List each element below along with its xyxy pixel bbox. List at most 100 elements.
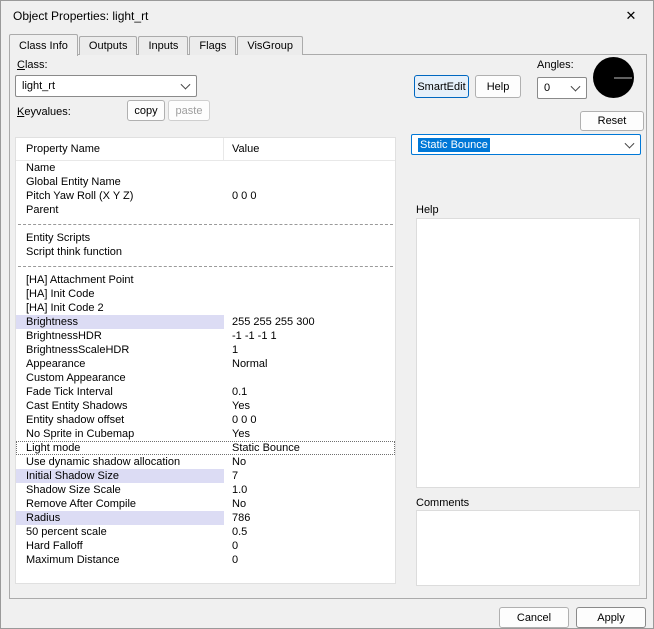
reset-button[interactable]: Reset (580, 111, 644, 131)
help-panel-content (416, 218, 640, 488)
property-row[interactable]: AppearanceNormal (16, 357, 395, 371)
angles-combobox[interactable]: 0 (537, 77, 587, 99)
class-label: Class: (17, 59, 48, 71)
tab-flags[interactable]: Flags (189, 36, 236, 55)
property-row[interactable]: [HA] Init Code 2 (16, 301, 395, 315)
property-name-cell: Name (16, 161, 224, 175)
help-button[interactable]: Help (475, 75, 521, 98)
comments-textarea[interactable] (416, 510, 640, 586)
comments-label: Comments (416, 497, 469, 509)
property-row[interactable]: Brightness255 255 255 300 (16, 315, 395, 329)
apply-button[interactable]: Apply (576, 607, 646, 628)
property-name-cell: Entity shadow offset (16, 413, 224, 427)
property-row[interactable]: BrightnessHDR-1 -1 -1 1 (16, 329, 395, 343)
property-table-header: Property Name Value (16, 138, 395, 161)
property-value-cell: 255 255 255 300 (224, 315, 395, 329)
property-name-cell: Fade Tick Interval (16, 385, 224, 399)
property-row[interactable]: Maximum Distance0 (16, 553, 395, 567)
property-row[interactable]: Entity Scripts (16, 231, 395, 245)
property-row[interactable]: Name (16, 161, 395, 175)
property-row[interactable]: [HA] Init Code (16, 287, 395, 301)
property-value-cell (224, 245, 395, 259)
separator-line (18, 224, 393, 225)
property-row[interactable]: Pitch Yaw Roll (X Y Z)0 0 0 (16, 189, 395, 203)
paste-button[interactable]: paste (168, 100, 210, 121)
window-title: Object Properties: light_rt (13, 9, 148, 23)
chevron-down-icon (625, 138, 635, 148)
property-value-cell (224, 231, 395, 245)
property-value-cell: Yes (224, 427, 395, 441)
property-row[interactable]: Custom Appearance (16, 371, 395, 385)
property-name-cell: Global Entity Name (16, 175, 224, 189)
cancel-button[interactable]: Cancel (499, 607, 569, 628)
property-name-cell: Maximum Distance (16, 553, 224, 567)
property-row[interactable]: Remove After CompileNo (16, 497, 395, 511)
chevron-down-icon (571, 82, 581, 92)
property-name-cell: Cast Entity Shadows (16, 399, 224, 413)
tab-visgroup[interactable]: VisGroup (237, 36, 303, 55)
property-row[interactable]: Light modeStatic Bounce (16, 441, 395, 455)
property-name-cell: Brightness (16, 315, 224, 329)
property-name-cell: Light mode (16, 441, 224, 455)
property-row[interactable]: Shadow Size Scale1.0 (16, 483, 395, 497)
property-row[interactable]: Global Entity Name (16, 175, 395, 189)
tab-bar: Class InfoOutputsInputsFlagsVisGroup (9, 36, 304, 55)
property-value-cell: Static Bounce (224, 441, 395, 455)
column-header-value[interactable]: Value (224, 138, 395, 161)
mode-combobox-selection: Static Bounce (418, 138, 490, 152)
property-name-cell: Script think function (16, 245, 224, 259)
property-row[interactable]: Entity shadow offset0 0 0 (16, 413, 395, 427)
property-row[interactable]: Cast Entity ShadowsYes (16, 399, 395, 413)
tab-class-info[interactable]: Class Info (9, 34, 78, 56)
property-value-cell: 0.1 (224, 385, 395, 399)
property-value-cell: 0 (224, 539, 395, 553)
property-row[interactable]: Use dynamic shadow allocationNo (16, 455, 395, 469)
angles-combobox-value: 0 (544, 82, 550, 94)
mode-combobox[interactable]: Static Bounce (411, 134, 641, 155)
property-name-cell: BrightnessScaleHDR (16, 343, 224, 357)
property-value-cell: 0 (224, 553, 395, 567)
property-value-cell (224, 273, 395, 287)
property-row[interactable]: 50 percent scale0.5 (16, 525, 395, 539)
property-value-cell (224, 161, 395, 175)
angle-dial[interactable] (593, 57, 634, 98)
property-name-cell: 50 percent scale (16, 525, 224, 539)
property-row[interactable]: Script think function (16, 245, 395, 259)
property-value-cell: 1 (224, 343, 395, 357)
property-value-cell: Normal (224, 357, 395, 371)
column-header-property-name[interactable]: Property Name (16, 138, 224, 161)
property-value-cell: No (224, 497, 395, 511)
property-value-cell (224, 371, 395, 385)
separator-line (18, 266, 393, 267)
property-row[interactable]: BrightnessScaleHDR1 (16, 343, 395, 357)
property-row[interactable]: Parent (16, 203, 395, 217)
property-value-cell (224, 287, 395, 301)
property-value-cell: 7 (224, 469, 395, 483)
tab-inputs[interactable]: Inputs (138, 36, 188, 55)
property-value-cell: 0 0 0 (224, 413, 395, 427)
property-value-cell (224, 203, 395, 217)
copy-button[interactable]: copy (127, 100, 165, 121)
close-icon[interactable]: ✕ (609, 1, 653, 31)
titlebar: Object Properties: light_rt ✕ (1, 1, 653, 31)
property-name-cell: Pitch Yaw Roll (X Y Z) (16, 189, 224, 203)
property-row[interactable]: [HA] Attachment Point (16, 273, 395, 287)
property-name-cell: Hard Falloff (16, 539, 224, 553)
property-row[interactable]: Fade Tick Interval0.1 (16, 385, 395, 399)
property-name-cell: [HA] Attachment Point (16, 273, 224, 287)
property-name-cell: Parent (16, 203, 224, 217)
class-combobox[interactable]: light_rt (15, 75, 197, 97)
help-panel-label: Help (416, 204, 439, 216)
property-row[interactable]: Initial Shadow Size7 (16, 469, 395, 483)
object-properties-dialog: { "window": { "title": "Object Propertie… (0, 0, 654, 629)
property-row[interactable]: No Sprite in CubemapYes (16, 427, 395, 441)
property-name-cell: [HA] Init Code 2 (16, 301, 224, 315)
property-table: Property Name Value NameGlobal Entity Na… (15, 137, 396, 584)
property-value-cell: 1.0 (224, 483, 395, 497)
property-value-cell (224, 175, 395, 189)
property-row[interactable]: Radius786 (16, 511, 395, 525)
property-name-cell: Shadow Size Scale (16, 483, 224, 497)
property-row[interactable]: Hard Falloff0 (16, 539, 395, 553)
smartedit-button[interactable]: SmartEdit (414, 75, 469, 98)
tab-outputs[interactable]: Outputs (79, 36, 138, 55)
